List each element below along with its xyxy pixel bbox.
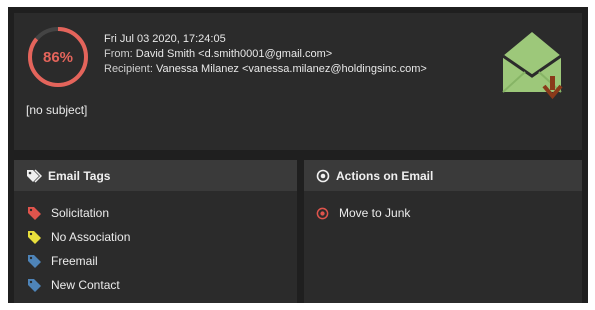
tag-icon xyxy=(28,278,41,292)
tag-item-solicitation: Solicitation xyxy=(28,201,297,225)
email-subject: [no subject] xyxy=(26,103,88,117)
risk-score-value: 86% xyxy=(42,48,74,66)
tag-label: Solicitation xyxy=(51,206,110,220)
tag-item-no-association: No Association xyxy=(28,225,297,249)
tag-item-freemail: Freemail xyxy=(28,249,297,273)
actions-on-email-panel: Actions on Email Move to Junk xyxy=(304,160,582,303)
tag-label: Freemail xyxy=(51,254,98,268)
actions-on-email-title: Actions on Email xyxy=(336,168,434,183)
from-value: David Smith <d.smith0001@gmail.com> xyxy=(135,48,333,60)
recipient-value: Vanessa Milanez <vanessa.milanez@holding… xyxy=(155,63,427,75)
target-icon xyxy=(316,169,330,182)
email-tags-list: Solicitation No Association Freemail New… xyxy=(14,191,297,297)
email-metadata: Fri Jul 03 2020, 17:24:05 From: David Sm… xyxy=(104,32,427,77)
action-move-to-junk[interactable]: Move to Junk xyxy=(316,201,582,225)
email-tags-panel: Email Tags Solicitation No Association F… xyxy=(14,160,297,303)
email-recipient-row: Recipient: Vanessa Milanez <vanessa.mila… xyxy=(104,62,427,77)
target-icon xyxy=(316,207,329,219)
action-label: Move to Junk xyxy=(339,206,411,220)
tag-icon xyxy=(28,230,41,244)
tag-item-new-contact: New Contact xyxy=(28,273,297,297)
tag-icon xyxy=(28,206,41,220)
email-tags-title: Email Tags xyxy=(48,168,111,183)
email-date: Fri Jul 03 2020, 17:24:05 xyxy=(104,33,226,45)
email-tags-header: Email Tags xyxy=(14,160,297,191)
open-envelope-download-icon xyxy=(495,26,569,100)
recipient-label: Recipient: xyxy=(104,63,153,75)
tag-label: New Contact xyxy=(51,278,120,292)
from-label: From: xyxy=(104,48,133,60)
actions-list: Move to Junk xyxy=(304,191,582,225)
tags-icon xyxy=(27,168,42,183)
risk-score-gauge: 86% xyxy=(26,25,90,89)
actions-on-email-header: Actions on Email xyxy=(304,160,582,191)
tag-icon xyxy=(28,254,41,268)
tag-label: No Association xyxy=(51,230,131,244)
email-from-row: From: David Smith <d.smith0001@gmail.com… xyxy=(104,47,427,62)
